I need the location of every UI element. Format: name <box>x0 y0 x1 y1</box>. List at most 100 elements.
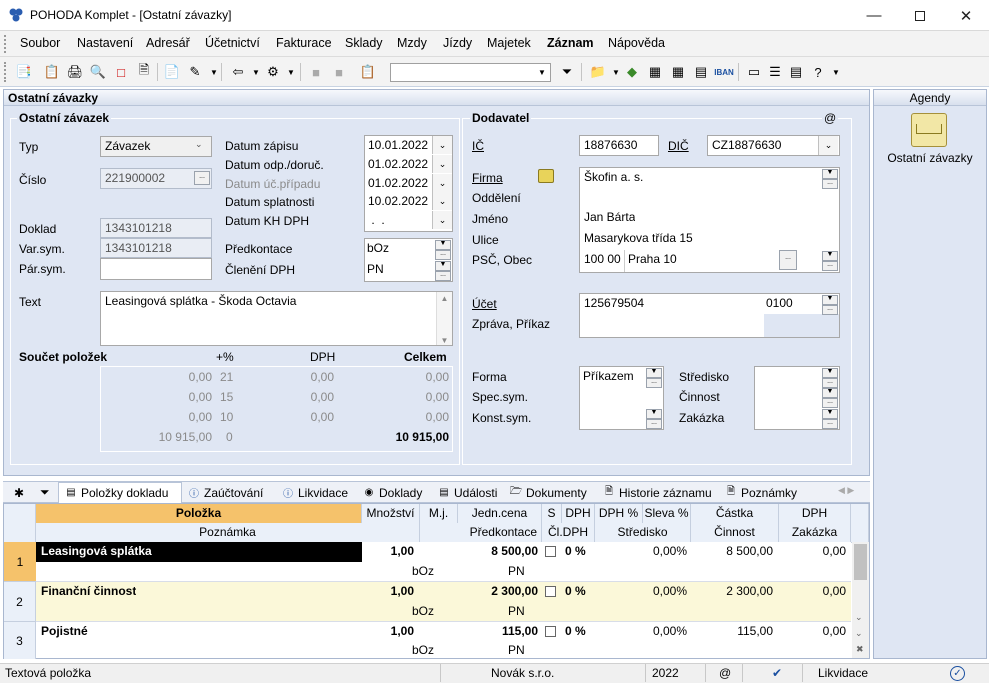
predkontace-value[interactable]: bOz <box>367 239 389 259</box>
ic-field[interactable]: 18876630 <box>579 135 659 156</box>
col-jedn-cena[interactable]: Jedn.cena <box>458 504 542 524</box>
tab-zauctovani[interactable]: ⓘ Zaúčtování <box>188 484 263 501</box>
menu-jizdy[interactable]: Jízdy <box>443 36 472 50</box>
firma-dropdown-button[interactable]: ▼ <box>822 169 838 179</box>
calendar-icon[interactable]: ▦ <box>645 62 665 82</box>
col-dph-pct[interactable]: DPH % <box>595 504 643 524</box>
col-stredisko[interactable]: Středisko <box>595 523 691 543</box>
cancel-edit-icon[interactable]: ■ <box>329 62 349 82</box>
firma-picker-button[interactable]: ... <box>822 179 838 189</box>
back-arrow-icon[interactable]: ⇦ <box>228 62 248 82</box>
row-header-3[interactable]: 3 <box>4 622 36 659</box>
help-dropdown-icon[interactable]: ▼ <box>826 62 846 82</box>
clipboard-icon[interactable]: 📋 <box>358 62 378 82</box>
row1-castka[interactable]: 8 500,00 <box>691 542 773 562</box>
menu-nastaveni[interactable]: Nastavení <box>77 36 133 50</box>
datum-uc-value[interactable]: 01.02.2022 <box>368 174 428 194</box>
row2-cldph[interactable]: PN <box>508 602 525 622</box>
tab-udalosti[interactable]: ▤ Události <box>438 484 497 501</box>
menu-sklady[interactable]: Sklady <box>345 36 383 50</box>
row1-dphv[interactable]: 0,00 <box>779 542 846 562</box>
row2-mnozstvi[interactable]: 1,00 <box>362 582 414 602</box>
row3-predkontace[interactable]: bOz <box>412 641 434 661</box>
row3-cena[interactable]: 115,00 <box>458 622 538 642</box>
agenda-icon[interactable]: 📑 <box>14 62 34 82</box>
export-icon[interactable]: 🗎 <box>134 62 154 82</box>
quick-search-combo[interactable]: ▼ <box>390 63 551 82</box>
chevron-down-icon[interactable]: ⌄ <box>432 192 452 210</box>
print-preview-icon[interactable]: 🔍 <box>88 62 108 82</box>
konstsym-dropdown-button[interactable]: ▼ <box>646 409 662 419</box>
konstsym-picker-button[interactable]: ... <box>646 419 662 429</box>
row3-mnozstvi[interactable]: 1,00 <box>362 622 414 642</box>
cleneni-value[interactable]: PN <box>367 260 384 280</box>
ucet-dropdown-button[interactable]: ▼ <box>822 295 838 305</box>
chevron-down-icon[interactable]: ⌄ <box>432 174 452 192</box>
maximize-button[interactable] <box>897 0 943 31</box>
datum-kh-value[interactable]: . . <box>368 211 384 231</box>
kod-banky-value[interactable]: 0100 <box>766 294 793 314</box>
col-mj[interactable]: M.j. <box>420 504 458 524</box>
stredisko-picker-button[interactable]: ... <box>822 378 838 388</box>
tab-poznamky[interactable]: 🗎 Poznámky <box>725 484 797 501</box>
row2-sleva[interactable]: 0,00% <box>643 582 687 602</box>
chevron-down-icon[interactable]: ⌄ <box>432 211 452 229</box>
col-polozka[interactable]: Položka <box>36 504 362 524</box>
save-icon[interactable]: ■ <box>306 62 326 82</box>
forma-value[interactable]: Příkazem <box>583 367 634 387</box>
chevron-down-icon[interactable]: ⌄ <box>432 136 452 154</box>
row2-predkontace[interactable]: bOz <box>412 602 434 622</box>
zakazka-picker-button[interactable]: ... <box>822 419 838 429</box>
new-document-icon[interactable]: 📄 <box>162 62 182 82</box>
cleneni-picker-button[interactable]: ... <box>435 271 451 281</box>
tab-polozky-dokladu[interactable]: ▤ Položky dokladu <box>65 484 168 501</box>
row1-s-checkbox[interactable] <box>545 546 556 557</box>
status-email-icon[interactable]: @ <box>719 666 731 680</box>
firma-label[interactable]: Firma <box>472 171 503 185</box>
stredisko-dropdown-button[interactable]: ▼ <box>822 368 838 378</box>
row1-sleva[interactable]: 0,00% <box>643 542 687 562</box>
asterisk-icon[interactable]: ✱ <box>14 484 24 501</box>
col-sleva[interactable]: Sleva % <box>643 504 691 524</box>
ucet-label[interactable]: Účet <box>472 297 497 311</box>
email-at-icon[interactable]: @ <box>822 111 839 125</box>
help-icon[interactable]: ? <box>808 62 828 82</box>
row3-dphv[interactable]: 0,00 <box>779 622 846 642</box>
row2-s-checkbox[interactable] <box>545 586 556 597</box>
menu-napoveda[interactable]: Nápověda <box>608 36 665 50</box>
col-dph-value[interactable]: DPH <box>779 504 851 524</box>
col-dph[interactable]: DPH <box>562 504 595 524</box>
firma-value[interactable]: Škofin a. s. <box>584 168 643 188</box>
menu-majetek[interactable]: Majetek <box>487 36 531 50</box>
psc-value[interactable]: 100 00 <box>584 250 621 270</box>
scroll-down-icon[interactable]: ⌄ <box>855 612 863 623</box>
row2-nazev[interactable]: Finanční činnost <box>41 582 136 602</box>
dic-label[interactable]: DIČ <box>668 139 689 153</box>
psc-picker-button[interactable]: ... <box>822 261 838 271</box>
row3-castka[interactable]: 115,00 <box>691 622 773 642</box>
row3-dph[interactable]: 0 % <box>565 622 586 642</box>
settings-gear-icon[interactable]: ⚙ <box>263 62 283 82</box>
close-button[interactable]: ✕ <box>943 0 989 31</box>
forma-dropdown-button[interactable]: ▼ <box>646 368 662 378</box>
predkontace-picker-button[interactable]: ... <box>435 250 451 260</box>
row-header-1[interactable]: 1 <box>4 542 36 582</box>
cleneni-dropdown-button[interactable]: ▼ <box>435 261 451 271</box>
col-cinnost[interactable]: Činnost <box>691 523 779 543</box>
tab-likvidace[interactable]: ⓘ Likvidace <box>282 484 348 501</box>
tab-historie[interactable]: 🗎 Historie záznamu <box>603 484 712 501</box>
forma-picker-button[interactable]: ... <box>646 378 662 388</box>
menu-soubor[interactable]: Soubor <box>20 36 60 50</box>
chevron-down-icon[interactable]: ▼ <box>535 65 549 80</box>
cinnost-dropdown-button[interactable]: ▼ <box>822 388 838 398</box>
text-area[interactable]: Leasingová splátka - Škoda Octavia <box>100 291 453 346</box>
chevron-down-icon[interactable]: ⌄ <box>818 136 838 155</box>
col-mnozstvi[interactable]: Množství <box>362 504 420 524</box>
col-zakazka[interactable]: Zakázka <box>779 523 851 543</box>
menu-zaznam[interactable]: Záznam <box>547 36 594 50</box>
col-predkontace[interactable]: Předkontace <box>420 523 542 543</box>
pdf-icon[interactable]: □ <box>111 62 131 82</box>
row1-dph[interactable]: 0 % <box>565 542 586 562</box>
filter-icon[interactable]: ⏷ <box>40 484 50 501</box>
row2-dph[interactable]: 0 % <box>565 582 586 602</box>
